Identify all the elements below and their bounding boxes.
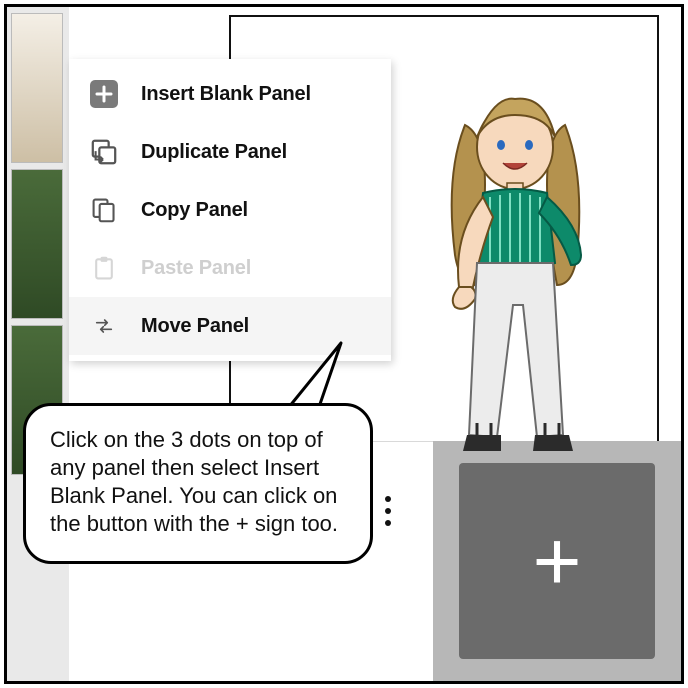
- instruction-text: Click on the 3 dots on top of any panel …: [23, 403, 373, 564]
- menu-paste-panel: Paste Panel: [69, 239, 391, 297]
- instruction-bubble: Click on the 3 dots on top of any panel …: [23, 403, 373, 564]
- menu-item-label: Duplicate Panel: [141, 141, 287, 164]
- menu-copy-panel[interactable]: Copy Panel: [69, 181, 391, 239]
- plus-icon: +: [532, 519, 581, 603]
- menu-insert-blank-panel[interactable]: Insert Blank Panel: [69, 65, 391, 123]
- duplicate-icon: [89, 137, 119, 167]
- add-panel-area: +: [433, 441, 681, 681]
- dot-icon: [385, 520, 391, 526]
- tutorial-frame: Insert Blank Panel Duplicate Panel Cop: [4, 4, 684, 684]
- add-panel-button[interactable]: +: [459, 463, 655, 659]
- guide-character: [405, 85, 625, 465]
- bubble-tail-icon: [281, 339, 351, 409]
- menu-item-label: Move Panel: [141, 315, 249, 338]
- dot-icon: [385, 496, 391, 502]
- panel-context-menu: Insert Blank Panel Duplicate Panel Cop: [69, 59, 391, 361]
- thumbnail-panel[interactable]: [11, 169, 63, 319]
- menu-item-label: Paste Panel: [141, 257, 251, 280]
- copy-icon: [89, 195, 119, 225]
- menu-item-label: Copy Panel: [141, 199, 248, 222]
- thumbnail-panel[interactable]: [11, 13, 63, 163]
- menu-item-label: Insert Blank Panel: [141, 83, 311, 106]
- clipboard-icon: [89, 253, 119, 283]
- menu-duplicate-panel[interactable]: Duplicate Panel: [69, 123, 391, 181]
- move-arrows-icon: [89, 311, 119, 341]
- plus-square-icon: [89, 79, 119, 109]
- panel-options-button[interactable]: [379, 489, 397, 533]
- dot-icon: [385, 508, 391, 514]
- thumbnail-column: [7, 7, 69, 681]
